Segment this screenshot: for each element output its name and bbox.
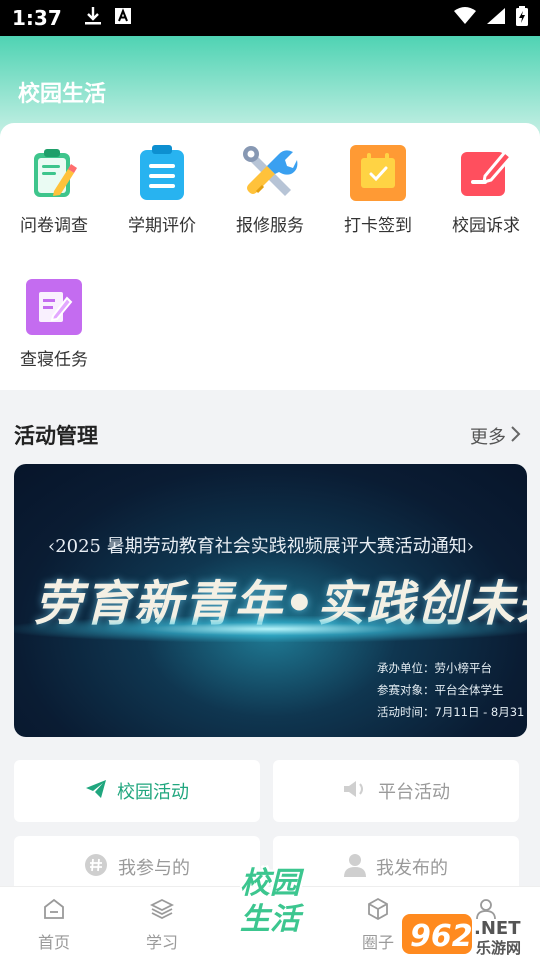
- edit-note-icon: [456, 143, 516, 203]
- layers-icon: [122, 895, 202, 923]
- wifi-icon: [454, 7, 476, 29]
- more-link[interactable]: 更多: [470, 423, 522, 449]
- banner-subtitle: ‹2025 暑期劳动教育社会实践视频展评大赛活动通知›: [48, 536, 474, 557]
- speaker-icon: [342, 779, 368, 804]
- services-card: 问卷调查 学期评价 报修服务 打卡签到 校园诉求 查寝任务: [0, 123, 540, 390]
- banner-glow: [14, 616, 527, 642]
- logo-line-1: 校园: [240, 866, 300, 901]
- chevron-right-icon: [510, 425, 522, 448]
- calendar-check-icon: [348, 143, 408, 203]
- svg-text:乐游网: 乐游网: [476, 939, 521, 956]
- banner-info-organizer: 承办单位：劳小榜平台: [377, 661, 492, 675]
- service-label: 打卡签到: [344, 216, 412, 236]
- section-title: 活动管理: [14, 424, 98, 448]
- center-logo-button[interactable]: 校园 生活: [230, 866, 310, 956]
- service-term-evaluation[interactable]: 学期评价: [108, 143, 216, 236]
- paper-plane-icon: [85, 779, 107, 804]
- home-icon: [14, 895, 94, 923]
- edit-page-icon: [24, 277, 84, 337]
- service-campus-appeal[interactable]: 校园诉求: [432, 143, 540, 236]
- download-icon: [84, 6, 102, 30]
- signal-icon: [486, 7, 506, 29]
- svg-text:962: 962: [410, 919, 473, 954]
- tab-label: 学习: [145, 933, 178, 952]
- svg-text:.NET: .NET: [474, 918, 521, 939]
- service-repair[interactable]: 报修服务: [216, 143, 324, 236]
- banner-info-time: 活动时间：7月11日 - 8月31: [377, 705, 525, 719]
- user-icon: [344, 853, 366, 882]
- tile-platform-activity[interactable]: 平台活动: [273, 760, 519, 822]
- service-label: 校园诉求: [452, 216, 520, 236]
- tile-label: 我发布的: [376, 858, 448, 879]
- tile-campus-activity[interactable]: 校园活动: [14, 760, 260, 822]
- banner-info-participants: 参赛对象：平台全体学生: [377, 683, 504, 697]
- tab-home[interactable]: 首页: [14, 895, 94, 953]
- activity-banner[interactable]: ‹2025 暑期劳动教育社会实践视频展评大赛活动通知› 劳育新青年•实践创未来 …: [14, 464, 527, 737]
- tools-icon: [240, 143, 300, 203]
- tile-label: 校园活动: [117, 782, 189, 803]
- tile-label: 我参与的: [118, 858, 190, 879]
- status-bar: 1:37: [0, 0, 540, 36]
- status-time: 1:37: [12, 6, 62, 30]
- page-title: 校园生活: [18, 82, 107, 107]
- logo-line-2: 生活: [240, 902, 300, 937]
- more-label: 更多: [470, 427, 506, 448]
- service-dorm-check[interactable]: 查寝任务: [0, 277, 108, 370]
- document-list-icon: [132, 143, 192, 203]
- hashtag-icon: [84, 853, 108, 882]
- watermark-logo: 962 .NET 乐游网: [402, 910, 536, 957]
- service-label: 学期评价: [128, 216, 196, 236]
- tile-label: 平台活动: [378, 782, 450, 803]
- battery-icon: [516, 6, 528, 30]
- service-checkin[interactable]: 打卡签到: [324, 143, 432, 236]
- service-label: 查寝任务: [20, 350, 88, 370]
- clipboard-icon: [24, 143, 84, 203]
- font-a-icon: [114, 7, 132, 29]
- tab-label: 首页: [37, 933, 70, 952]
- service-questionnaire[interactable]: 问卷调查: [0, 143, 108, 236]
- service-label: 问卷调查: [20, 216, 88, 236]
- tab-study[interactable]: 学习: [122, 895, 202, 953]
- service-label: 报修服务: [236, 216, 304, 236]
